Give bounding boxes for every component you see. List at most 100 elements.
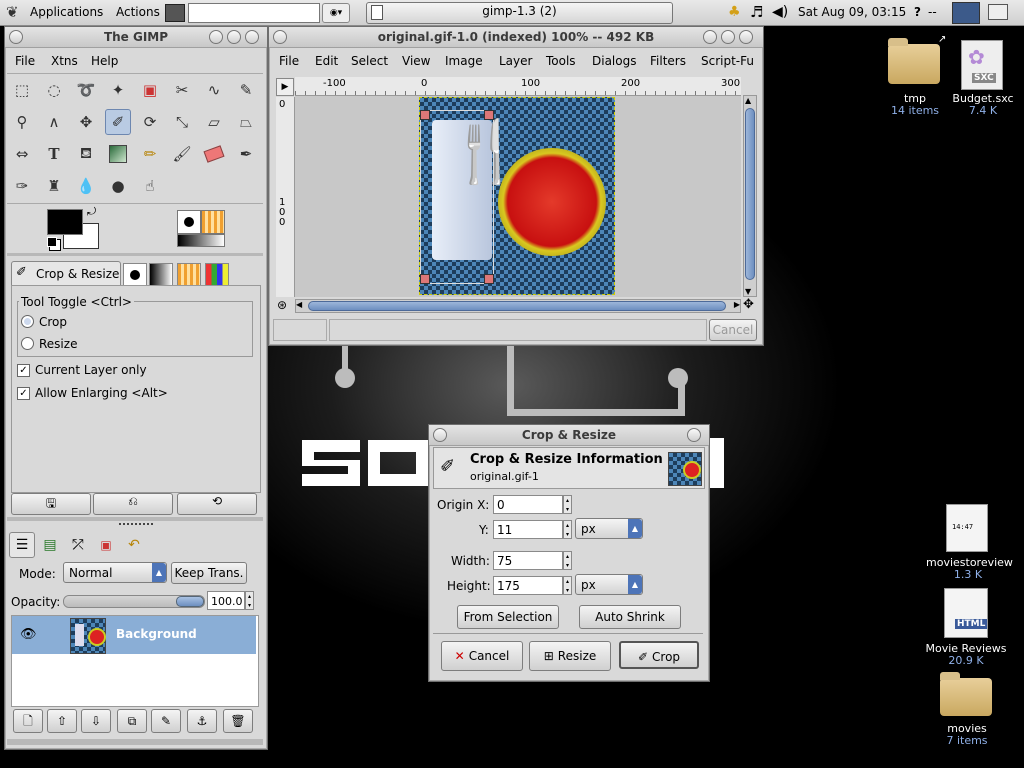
measure-icon[interactable]: ∧ [41, 109, 67, 135]
size-unit-select[interactable]: px ▲ [575, 574, 643, 595]
rotate-icon[interactable]: ⟳ [137, 109, 163, 135]
image-menu-layer[interactable]: Layer [499, 50, 532, 72]
dialog-shade-button[interactable] [687, 428, 701, 442]
paths-icon[interactable]: ∿ [201, 77, 227, 103]
scroll-left-icon[interactable]: ◀ [296, 300, 302, 309]
brush-preview-icon[interactable] [177, 210, 201, 234]
foreground-color-swatch[interactable] [47, 209, 83, 235]
palette-tab-icon[interactable] [205, 263, 229, 287]
window-list-icon[interactable] [988, 4, 1008, 20]
origin-y-input[interactable]: 11 [493, 520, 563, 539]
origin-x-input[interactable]: 0 [493, 495, 563, 514]
text-icon[interactable]: T [41, 141, 67, 167]
anchor-layer-button[interactable]: ⚓ [187, 709, 217, 733]
paths-tab-icon[interactable]: ⤱ [67, 534, 89, 556]
image-maximize-button[interactable] [721, 30, 735, 44]
free-select-icon[interactable]: ➰ [73, 77, 99, 103]
pattern-tab-icon[interactable] [177, 263, 201, 287]
layers-tab-icon[interactable]: ☰ [9, 532, 35, 558]
crop-selection[interactable] [420, 110, 494, 284]
reset-options-button[interactable]: ⟲ [177, 493, 257, 515]
clock[interactable]: Sat Aug 09, 03:15 [798, 3, 906, 21]
opacity-input[interactable]: 100.0 [207, 591, 245, 610]
eraser-icon[interactable] [201, 141, 227, 167]
image-menu-select[interactable]: Select [351, 50, 388, 72]
perspective-icon[interactable]: ⏢ [233, 109, 259, 135]
scissors-select-icon[interactable]: ✂ [169, 77, 195, 103]
airbrush-icon[interactable]: ✒ [233, 141, 259, 167]
dialog-titlebar[interactable]: Crop & Resize [429, 425, 709, 446]
duplicate-layer-button[interactable]: ⧉ [117, 709, 147, 733]
from-selection-button[interactable]: From Selection [457, 605, 559, 629]
terminal-launcher-icon[interactable] [165, 4, 185, 22]
ellipse-select-icon[interactable]: ◌ [41, 77, 67, 103]
image-menu-dialogs[interactable]: Dialogs [592, 50, 636, 72]
fuzzy-select-icon[interactable]: ✦ [105, 77, 131, 103]
rect-select-icon[interactable]: ⬚ [9, 77, 35, 103]
restore-options-button[interactable]: ⎌ [93, 493, 173, 515]
vertical-scrollbar[interactable]: ▲ ▼ [743, 95, 757, 297]
toolbox-close-button[interactable] [9, 30, 23, 44]
desktop-icon-movie-reviews[interactable]: HTML Movie Reviews 20.9 K [924, 588, 1008, 667]
auto-shrink-button[interactable]: Auto Shrink [579, 605, 681, 629]
crop-radio[interactable] [21, 315, 34, 328]
gimp-tray-icon[interactable]: ♣ [728, 3, 741, 21]
paintbrush-icon[interactable]: 🖌 [169, 141, 195, 167]
pattern-preview-icon[interactable] [201, 210, 225, 234]
height-spinner[interactable]: ▴ ▾ [563, 576, 572, 595]
raise-layer-button[interactable]: ⇧ [47, 709, 77, 733]
desktop-icon-movies[interactable]: movies 7 items [930, 670, 1004, 748]
scroll-down-icon[interactable]: ▼ [745, 287, 751, 296]
crop-handle[interactable] [420, 110, 430, 120]
actions-menu[interactable]: Actions [116, 3, 160, 21]
image-canvas[interactable]: 🍴 [419, 97, 615, 295]
volume-icon[interactable]: ◀) [772, 3, 788, 21]
desktop-icon-tmp[interactable]: ↗ tmp 14 items [880, 34, 950, 117]
scroll-right-icon[interactable]: ▶ [734, 300, 740, 309]
origin-y-spinner[interactable]: ▴ ▾ [563, 520, 572, 539]
image-menu-filters[interactable]: Filters [650, 50, 686, 72]
panel-spin-icon[interactable]: ◉▾ [322, 3, 350, 23]
colormap-tab-icon[interactable]: ▣ [95, 534, 117, 556]
lower-layer-button[interactable]: ⇩ [81, 709, 111, 733]
crop-button[interactable]: ✐ Crop [619, 641, 699, 669]
width-input[interactable]: 75 [493, 551, 563, 570]
crop-handle[interactable] [420, 274, 430, 284]
crop-handle[interactable] [484, 274, 494, 284]
toolbox-menu-file[interactable]: File [15, 50, 35, 72]
origin-x-spinner[interactable]: ▴ ▾ [563, 495, 572, 514]
allow-enlarging-checkbox[interactable]: ✓ [17, 387, 30, 400]
image-shade-button[interactable] [739, 30, 753, 44]
swap-colors-icon[interactable]: ⤾ [87, 205, 96, 219]
image-menu-edit[interactable]: Edit [315, 50, 338, 72]
opacity-spinner[interactable]: ▴ ▾ [245, 591, 254, 610]
resize-button[interactable]: ⊞ Resize [529, 641, 611, 671]
image-minimize-button[interactable] [703, 30, 717, 44]
navigate-icon[interactable]: ✥ [743, 297, 754, 312]
image-menu-image[interactable]: Image [445, 50, 483, 72]
tool-options-tab[interactable]: ✐ Crop & Resize [11, 261, 121, 287]
resize-radio[interactable] [21, 337, 34, 350]
gradient-tab-icon[interactable] [149, 263, 173, 287]
edit-layer-button[interactable]: ✎ [151, 709, 181, 733]
delete-layer-button[interactable]: 🗑 [223, 709, 253, 733]
color-picker-icon[interactable]: ✎ [233, 77, 259, 103]
smudge-icon[interactable]: ☝ [137, 173, 163, 199]
move-icon[interactable]: ✥ [73, 109, 99, 135]
toolbox-shade-button[interactable] [245, 30, 259, 44]
clone-icon[interactable]: ♜ [41, 173, 67, 199]
toolbox-minimize-button[interactable] [209, 30, 223, 44]
layer-row-background[interactable]: 👁 Background [12, 616, 256, 654]
color-select-icon[interactable]: ▣ [137, 77, 163, 103]
origin-unit-select[interactable]: px ▲ [575, 518, 643, 539]
crop-handle[interactable] [484, 110, 494, 120]
hscrollbar-thumb[interactable] [308, 301, 726, 311]
run-command-input[interactable] [188, 3, 320, 23]
new-layer-button[interactable]: 🗋 [13, 709, 43, 733]
opacity-slider[interactable] [63, 595, 205, 608]
workspace-switcher[interactable] [952, 2, 980, 24]
undo-history-tab-icon[interactable]: ↶ [123, 534, 145, 556]
foot-icon[interactable]: ❦ [6, 3, 24, 21]
image-menu-tools[interactable]: Tools [546, 50, 576, 72]
blend-icon[interactable] [105, 141, 131, 167]
